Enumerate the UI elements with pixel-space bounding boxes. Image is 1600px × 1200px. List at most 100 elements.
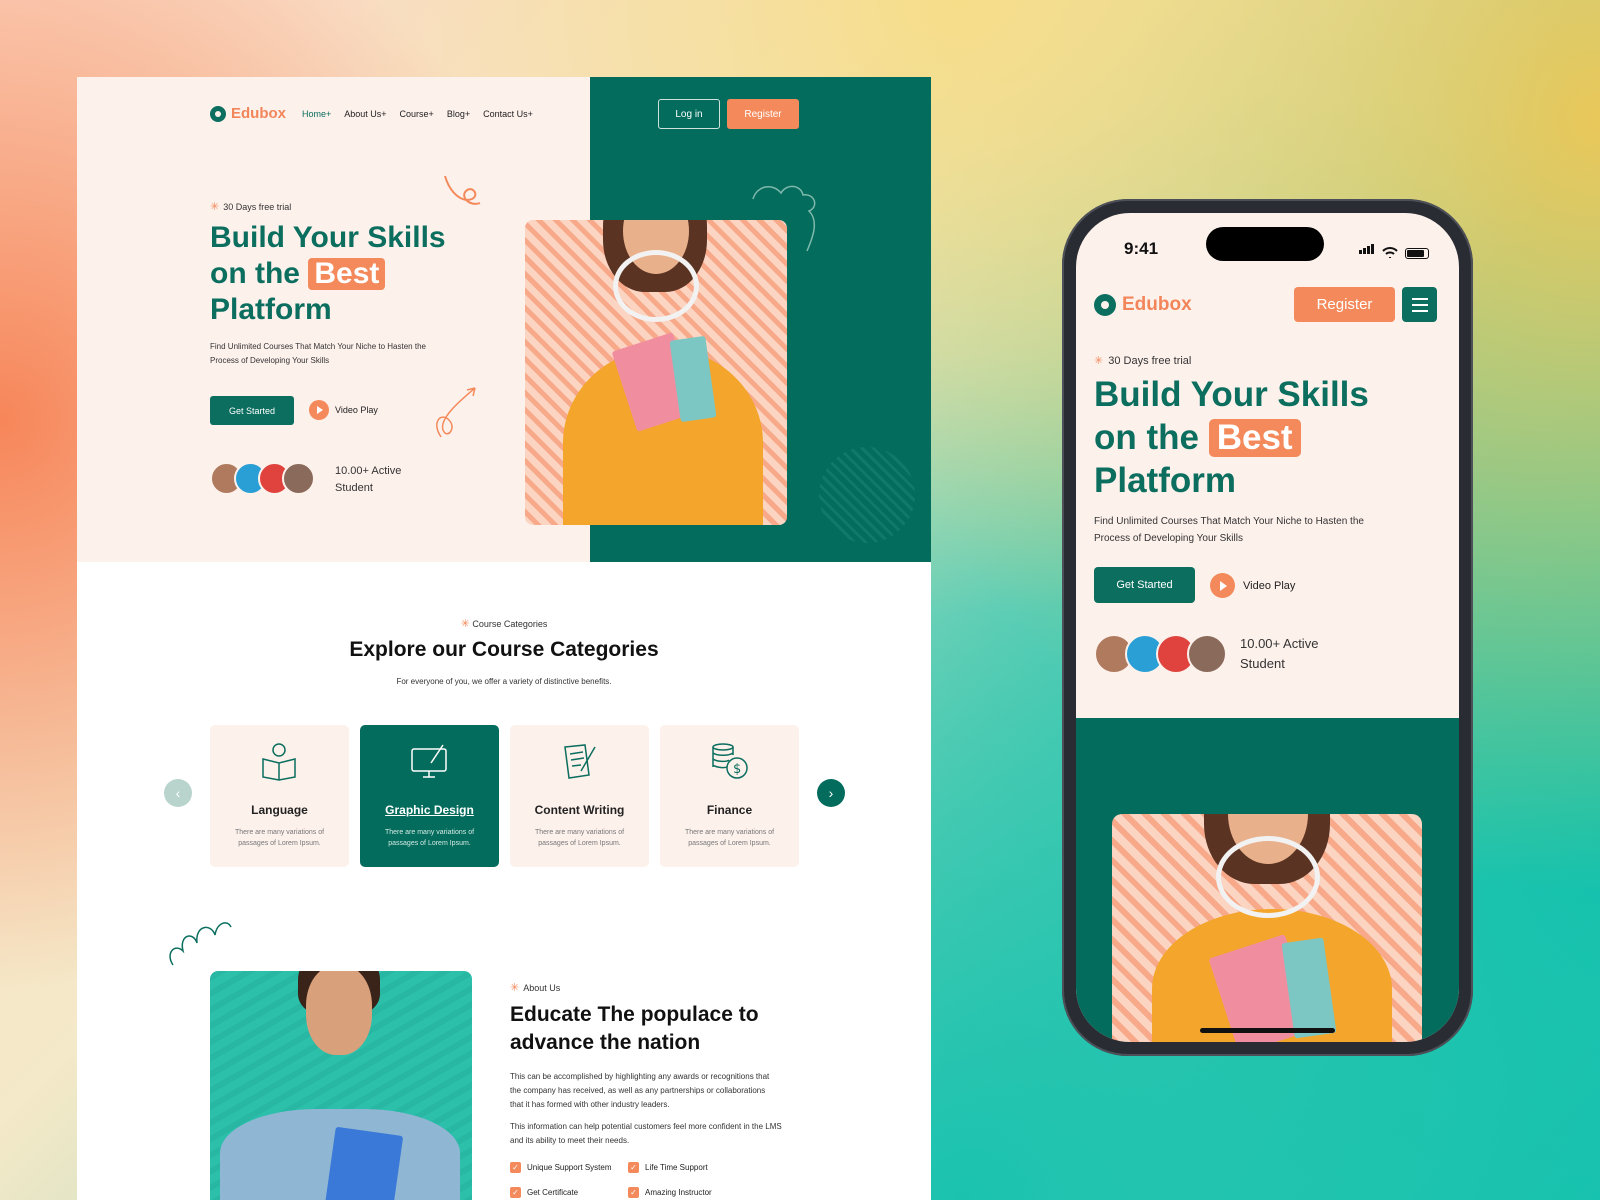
carousel-next-button[interactable]: › <box>817 779 845 807</box>
about-photo <box>210 971 472 1200</box>
headline-highlight: Best <box>308 258 386 290</box>
play-icon <box>1210 573 1235 598</box>
categories-subtitle: For everyone of you, we offer a variety … <box>396 677 612 686</box>
logo[interactable]: Edubox <box>210 105 286 122</box>
trial-text: 30 Days free trial <box>223 201 292 212</box>
headline-line3: Platform <box>1094 461 1236 500</box>
category-card-finance[interactable]: $ Finance There are many variations of p… <box>660 725 799 867</box>
hero-photo <box>525 220 787 525</box>
logo-text: Edubox <box>231 105 286 122</box>
cloud-doodle-icon <box>169 922 232 966</box>
category-title: Language <box>251 803 308 817</box>
asterisk-icon: ✳ <box>460 618 470 630</box>
asterisk-icon: ✳ <box>1094 355 1104 367</box>
wifi-icon <box>1382 247 1398 258</box>
feature-item: ✓ Get Certificate <box>510 1187 628 1198</box>
striped-circle-decoration <box>819 447 915 543</box>
logo-text: Edubox <box>1122 294 1192 315</box>
about-label: ✳ About Us <box>510 982 561 994</box>
category-card-content-writing[interactable]: Content Writing There are many variation… <box>510 725 649 867</box>
svg-text:$: $ <box>733 762 741 777</box>
dynamic-island <box>1206 227 1324 261</box>
arrow-doodle-icon <box>436 387 476 438</box>
nav-home[interactable]: Home+ <box>302 109 331 119</box>
mobile-headline: Build Your Skills on the Best Platform <box>1094 373 1369 502</box>
headline-line3: Platform <box>210 293 332 326</box>
active-students-text: 10.00+ Active Student <box>335 465 402 494</box>
category-title: Content Writing <box>534 803 625 817</box>
trial-badge: ✳ 30 Days free trial <box>210 200 291 213</box>
document-pen-icon <box>564 744 596 779</box>
asterisk-icon: ✳ <box>510 982 520 994</box>
desktop-mockup: Edubox Home+ About Us+ Course+ Blog+ Con… <box>77 77 931 1200</box>
category-title: Graphic Design <box>385 803 474 817</box>
mobile-logo[interactable]: Edubox <box>1094 294 1192 316</box>
category-desc: There are many variations of passages of… <box>684 829 775 847</box>
category-desc: There are many variations of passages of… <box>534 829 625 847</box>
category-card-language[interactable]: Language There are many variations of pa… <box>210 725 349 867</box>
about-paragraph-1: This can be accomplished by highlighting… <box>510 1072 770 1109</box>
check-icon: ✓ <box>510 1187 521 1198</box>
category-desc: There are many variations of passages of… <box>234 829 325 847</box>
login-button[interactable]: Log in <box>658 99 720 129</box>
squiggle-doodle-icon <box>444 175 481 205</box>
category-desc: There are many variations of passages of… <box>384 829 475 847</box>
category-card-graphic-design[interactable]: Graphic Design There are many variations… <box>360 725 499 867</box>
nav-blog[interactable]: Blog+ <box>447 109 470 119</box>
monitor-brush-icon <box>411 744 447 778</box>
feature-item: ✓ Amazing Instructor <box>628 1187 738 1198</box>
feature-item: ✓ Life Time Support <box>628 1162 738 1173</box>
about-paragraph-2: This information can help potential cust… <box>510 1122 782 1145</box>
asterisk-icon: ✳ <box>210 201 220 213</box>
mobile-video-play-button[interactable]: Video Play <box>1210 573 1295 598</box>
headphones <box>613 250 699 322</box>
register-button[interactable]: Register <box>727 99 799 129</box>
student-avatars <box>210 462 315 495</box>
check-icon: ✓ <box>628 1187 639 1198</box>
book-lightbulb-icon <box>262 743 296 781</box>
instructor-face <box>306 971 372 1055</box>
headline-line2: on the Best <box>1094 416 1369 459</box>
mobile-register-button[interactable]: Register <box>1294 287 1395 322</box>
logo-icon <box>210 105 226 122</box>
headline-line2: on the Best <box>210 256 446 292</box>
play-icon <box>309 400 329 420</box>
feature-item: ✓ Unique Support System <box>510 1162 628 1173</box>
avatar <box>1187 634 1227 674</box>
mobile-get-started-button[interactable]: Get Started <box>1094 567 1195 603</box>
coins-dollar-icon: $ <box>712 743 748 779</box>
notebook <box>324 1126 404 1200</box>
headline-line1: Build Your Skills <box>210 221 446 254</box>
headline-highlight: Best <box>1208 419 1301 457</box>
nav-course[interactable]: Course+ <box>400 109 434 119</box>
mobile-trial-badge: ✳ 30 Days free trial <box>1094 354 1192 368</box>
mobile-hero-photo <box>1112 814 1422 1042</box>
categories-title: Explore our Course Categories <box>349 638 659 661</box>
phone-screen: 9:41 Edubox Register ✳ 30 Days free tria… <box>1076 213 1459 1042</box>
video-play-button[interactable]: Video Play <box>309 400 378 420</box>
phone-mockup: 9:41 Edubox Register ✳ 30 Days free tria… <box>1062 199 1473 1056</box>
check-icon: ✓ <box>628 1162 639 1173</box>
category-title: Finance <box>706 803 753 817</box>
nav-contact[interactable]: Contact Us+ <box>483 109 533 119</box>
hamburger-menu-icon[interactable] <box>1402 287 1437 322</box>
mobile-student-avatars <box>1094 634 1227 674</box>
carousel-prev-button[interactable]: ‹ <box>164 779 192 807</box>
hero-headline: Build Your Skills on the Best Platform <box>210 220 446 328</box>
status-time: 9:41 <box>1124 239 1159 258</box>
avatar <box>282 462 315 495</box>
mobile-subtext: Find Unlimited Courses That Match Your N… <box>1094 516 1364 544</box>
headline-line1: Build Your Skills <box>1094 375 1369 414</box>
hero-subtext: Find Unlimited Courses That Match Your N… <box>210 342 426 365</box>
nav-about[interactable]: About Us+ <box>344 109 386 119</box>
video-play-label: Video Play <box>1243 579 1296 592</box>
signal-icon <box>1359 241 1375 259</box>
feature-list: ✓ Unique Support System ✓ Life Time Suppor… <box>510 1162 738 1198</box>
categories-label: ✳ Course Categories <box>460 618 548 630</box>
main-nav: Home+ About Us+ Course+ Blog+ Contact Us… <box>302 109 533 119</box>
mobile-active-students-text: 10.00+ Active Student <box>1240 636 1319 671</box>
about-title: Educate The populace to advance the nati… <box>510 1003 759 1054</box>
get-started-button[interactable]: Get Started <box>210 396 294 425</box>
check-icon: ✓ <box>510 1162 521 1173</box>
category-cards: Language There are many variations of pa… <box>210 725 799 867</box>
